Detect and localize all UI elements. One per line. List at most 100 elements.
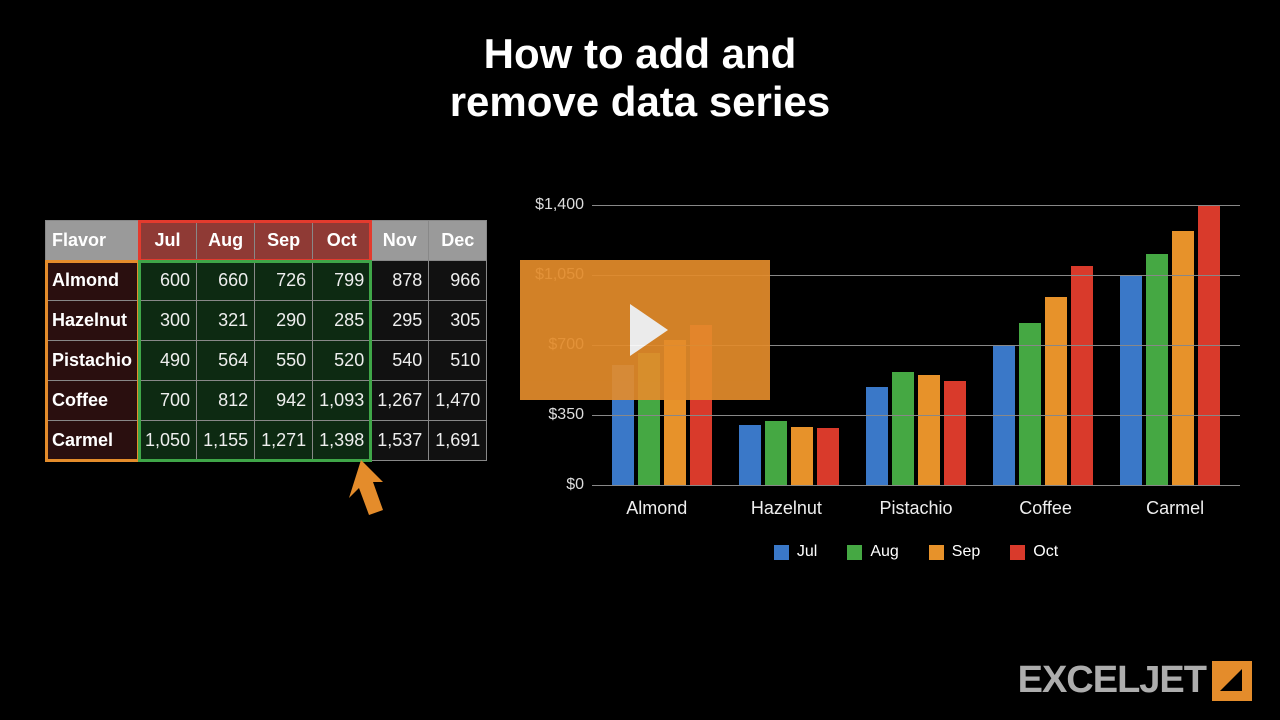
legend-label: Jul — [797, 543, 817, 561]
chart-bar — [1172, 231, 1194, 485]
table-cell: 700 — [139, 381, 197, 421]
table-cell: 812 — [197, 381, 255, 421]
data-table-wrap: FlavorJulAugSepOctNovDecAlmond6006607267… — [45, 220, 487, 461]
chart-x-tick: Almond — [592, 498, 722, 519]
row-header: Almond — [46, 261, 139, 301]
table-cell: 726 — [255, 261, 313, 301]
title-line-2: remove data series — [450, 78, 831, 125]
chart-legend: Jul Aug Sep Oct — [592, 543, 1240, 561]
chart-gridline — [592, 485, 1240, 486]
table-header-aug: Aug — [197, 221, 255, 261]
chart-x-tick: Hazelnut — [722, 498, 852, 519]
table-cell: 799 — [313, 261, 371, 301]
table-cell: 1,691 — [429, 421, 487, 461]
play-video-button[interactable] — [520, 260, 770, 400]
data-table: FlavorJulAugSepOctNovDecAlmond6006607267… — [45, 220, 487, 461]
chart-bar — [918, 375, 940, 485]
legend-item: Jul — [774, 543, 817, 561]
legend-item: Oct — [1010, 543, 1058, 561]
table-cell: 600 — [139, 261, 197, 301]
legend-label: Sep — [952, 543, 980, 561]
table-cell: 1,537 — [371, 421, 429, 461]
chart-x-tick: Coffee — [981, 498, 1111, 519]
table-header-jul: Jul — [139, 221, 197, 261]
table-cell: 966 — [429, 261, 487, 301]
table-row: Coffee7008129421,0931,2671,470 — [46, 381, 487, 421]
chart-bar — [1146, 254, 1168, 485]
table-header-sep: Sep — [255, 221, 313, 261]
chart-bar — [791, 427, 813, 485]
table-cell: 1,155 — [197, 421, 255, 461]
table-cell: 1,271 — [255, 421, 313, 461]
table-row: Carmel1,0501,1551,2711,3981,5371,691 — [46, 421, 487, 461]
chart-y-tick: $0 — [520, 476, 584, 494]
chart-bar — [866, 387, 888, 485]
table-row: Hazelnut300321290285295305 — [46, 301, 487, 341]
legend-item: Sep — [929, 543, 980, 561]
chart-bar — [1120, 275, 1142, 485]
legend-label: Oct — [1033, 543, 1058, 561]
legend-swatch — [774, 545, 789, 560]
brand-logo: EXCELJET — [1018, 659, 1252, 702]
table-cell: 660 — [197, 261, 255, 301]
table-cell: 942 — [255, 381, 313, 421]
chart-bar — [739, 425, 761, 485]
legend-swatch — [847, 545, 862, 560]
table-cell: 305 — [429, 301, 487, 341]
row-header: Carmel — [46, 421, 139, 461]
table-cell: 1,398 — [313, 421, 371, 461]
brand-mark-icon — [1212, 661, 1252, 701]
legend-label: Aug — [870, 543, 898, 561]
table-header-oct: Oct — [313, 221, 371, 261]
chart-x-axis: AlmondHazelnutPistachioCoffeeCarmel — [592, 498, 1240, 519]
legend-item: Aug — [847, 543, 898, 561]
cursor-arrow-icon — [345, 460, 395, 520]
table-cell: 1,050 — [139, 421, 197, 461]
table-cell: 300 — [139, 301, 197, 341]
legend-swatch — [1010, 545, 1025, 560]
table-cell: 520 — [313, 341, 371, 381]
table-cell: 510 — [429, 341, 487, 381]
chart-bar — [817, 428, 839, 485]
table-row: Almond600660726799878966 — [46, 261, 487, 301]
table-cell: 295 — [371, 301, 429, 341]
table-cell: 1,267 — [371, 381, 429, 421]
chart-gridline — [592, 415, 1240, 416]
table-cell: 321 — [197, 301, 255, 341]
table-row: Pistachio490564550520540510 — [46, 341, 487, 381]
table-header-dec: Dec — [429, 221, 487, 261]
page-title: How to add and remove data series — [0, 30, 1280, 127]
table-cell: 1,093 — [313, 381, 371, 421]
table-cell: 540 — [371, 341, 429, 381]
chart-group — [725, 421, 852, 485]
chart-group — [980, 266, 1107, 485]
chart-y-tick: $1,400 — [520, 196, 584, 214]
chart-bar — [892, 372, 914, 485]
chart-bar — [1045, 297, 1067, 485]
row-header: Hazelnut — [46, 301, 139, 341]
table-cell: 1,470 — [429, 381, 487, 421]
table-cell: 490 — [139, 341, 197, 381]
chart-gridline — [592, 205, 1240, 206]
chart-x-tick: Carmel — [1110, 498, 1240, 519]
brand-text: EXCELJET — [1018, 659, 1206, 702]
table-header-nov: Nov — [371, 221, 429, 261]
table-cell: 564 — [197, 341, 255, 381]
chart-bar — [1071, 266, 1093, 485]
chart-bar — [765, 421, 787, 485]
chart-bar — [1019, 323, 1041, 485]
table-corner: Flavor — [46, 221, 139, 261]
play-icon — [630, 304, 668, 356]
chart-bar — [944, 381, 966, 485]
chart-group — [852, 372, 979, 485]
table-cell: 290 — [255, 301, 313, 341]
table-cell: 285 — [313, 301, 371, 341]
table-cell: 550 — [255, 341, 313, 381]
title-line-1: How to add and — [484, 30, 797, 77]
legend-swatch — [929, 545, 944, 560]
row-header: Coffee — [46, 381, 139, 421]
table-cell: 878 — [371, 261, 429, 301]
chart-x-tick: Pistachio — [851, 498, 981, 519]
chart-y-tick: $350 — [520, 406, 584, 424]
row-header: Pistachio — [46, 341, 139, 381]
